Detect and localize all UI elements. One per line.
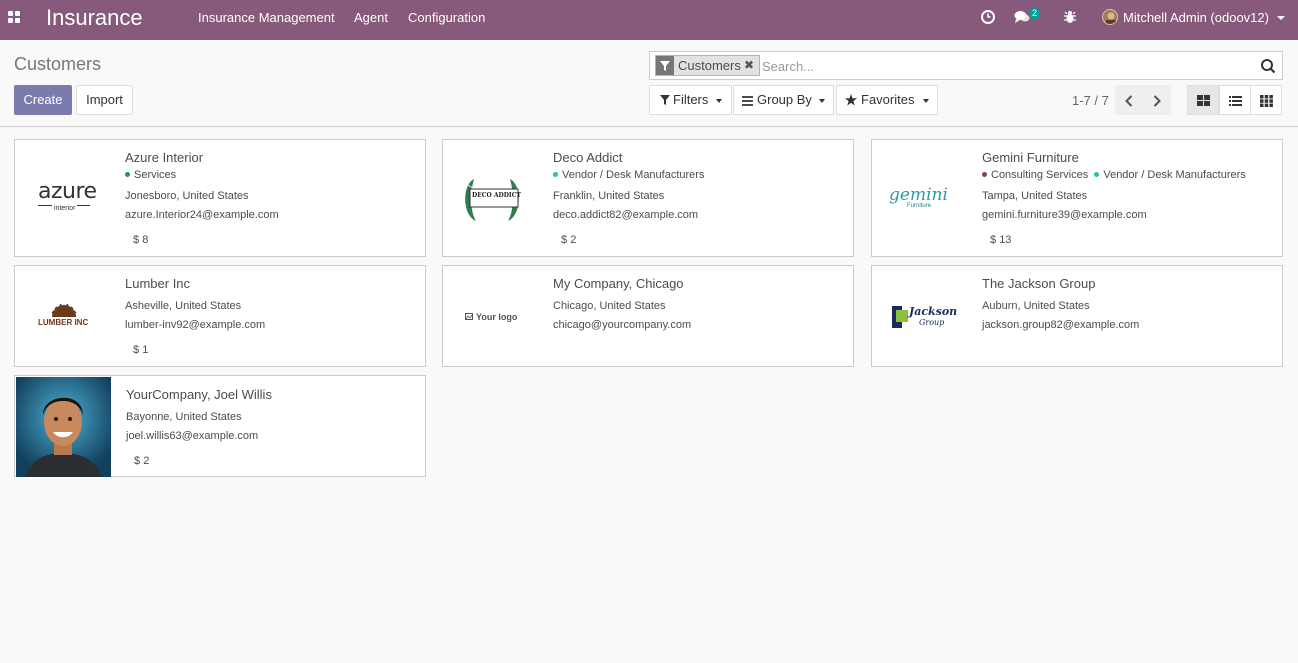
card-location: Auburn, United States xyxy=(982,300,1090,312)
apps-menu-icon[interactable] xyxy=(8,11,22,25)
user-menu[interactable]: Mitchell Admin (odoov12) xyxy=(1123,10,1269,26)
menu-insurance-management[interactable]: Insurance Management xyxy=(198,10,335,26)
card-title: Gemini Furniture xyxy=(982,150,1079,165)
card-sales-count: $ 1 xyxy=(133,344,149,356)
group-by-dropdown[interactable]: Group By xyxy=(733,85,834,115)
dollar-icon: $ xyxy=(990,234,997,246)
card-title: The Jackson Group xyxy=(982,276,1096,291)
activity-clock-icon[interactable] xyxy=(980,9,996,25)
favorites-label: Favorites xyxy=(861,92,915,107)
filters-caret-icon xyxy=(716,99,722,103)
card-location: Jonesboro, United States xyxy=(125,190,249,202)
card-sales-count: $ 8 xyxy=(133,234,149,246)
card-sales-count: $ 2 xyxy=(561,234,577,246)
kanban-card[interactable]: azure interior Azure Interior Services J… xyxy=(14,139,426,257)
card-tags: Consulting Services Vendor / Desk Manufa… xyxy=(982,168,1246,182)
kanban-card[interactable]: YourCompany, Joel Willis Bayonne, United… xyxy=(14,375,426,477)
kanban-view-icon xyxy=(1197,95,1210,106)
menu-configuration[interactable]: Configuration xyxy=(408,10,485,26)
facet-remove-icon[interactable]: ✖ xyxy=(744,58,754,73)
create-button[interactable]: Create xyxy=(14,85,72,115)
star-icon xyxy=(845,94,857,106)
dollar-icon: $ xyxy=(133,234,140,246)
card-location: Asheville, United States xyxy=(125,300,242,312)
filters-label: Filters xyxy=(673,92,709,107)
favorites-dropdown[interactable]: Favorites xyxy=(836,85,938,115)
filters-dropdown[interactable]: Filters xyxy=(649,85,732,115)
group-by-label: Group By xyxy=(757,92,812,107)
list-view-button[interactable] xyxy=(1219,85,1251,115)
dollar-icon: $ xyxy=(561,234,568,246)
control-panel: Customers Create Import Customers ✖ Filt… xyxy=(0,40,1298,127)
grid-view-icon xyxy=(1260,95,1273,107)
chevron-left-icon xyxy=(1125,95,1133,107)
kanban-card[interactable]: Your logo My Company, Chicago Chicago, U… xyxy=(442,265,854,367)
card-title: My Company, Chicago xyxy=(553,276,684,291)
card-title: YourCompany, Joel Willis xyxy=(126,387,272,402)
user-avatar[interactable] xyxy=(1102,9,1118,25)
kanban-card[interactable]: gemini Furniture Gemini Furniture Consul… xyxy=(871,139,1283,257)
list-view-icon xyxy=(1229,96,1242,106)
gemini-logo: gemini Furniture xyxy=(889,185,948,209)
card-email: deco.addict82@example.com xyxy=(553,209,699,221)
pager-previous-button[interactable] xyxy=(1115,85,1143,115)
group-by-caret-icon xyxy=(819,99,825,103)
dollar-icon: $ xyxy=(133,344,140,356)
import-button[interactable]: Import xyxy=(76,85,133,115)
dollar-icon: $ xyxy=(134,455,141,467)
search-box: Customers ✖ xyxy=(649,51,1283,80)
search-facet: Customers ✖ xyxy=(655,55,760,76)
card-email: jackson.group82@example.com xyxy=(982,319,1140,331)
card-location: Tampa, United States xyxy=(982,190,1088,202)
messages-icon[interactable] xyxy=(1014,9,1030,25)
card-location: Franklin, United States xyxy=(553,190,665,202)
card-email: joel.willis63@example.com xyxy=(126,430,259,442)
card-title: Lumber Inc xyxy=(125,276,191,291)
app-brand: Insurance xyxy=(46,5,143,30)
pager-next-button[interactable] xyxy=(1143,85,1171,115)
pager-value[interactable]: 1-7 / 7 xyxy=(1072,94,1109,108)
card-location: Bayonne, United States xyxy=(126,411,242,423)
bars-icon xyxy=(742,96,753,106)
card-tags: Services xyxy=(125,168,176,182)
kanban-card[interactable]: LUMBER INC Lumber Inc Asheville, United … xyxy=(14,265,426,367)
user-caret-icon[interactable] xyxy=(1277,16,1285,20)
azure-logo: azure interior xyxy=(38,179,97,213)
messages-badge: 2 xyxy=(1029,8,1041,19)
card-sales-count: $ 2 xyxy=(134,455,150,467)
deco-addict-logo: DECO ADDICT xyxy=(444,141,539,241)
card-email: gemini.furniture39@example.com xyxy=(982,209,1147,221)
grid-view-button[interactable] xyxy=(1250,85,1282,115)
card-tags: Vendor / Desk Manufacturers xyxy=(553,168,704,182)
menu-agent[interactable]: Agent xyxy=(354,10,388,26)
card-title: Deco Addict xyxy=(553,150,623,165)
favorites-caret-icon xyxy=(923,99,929,103)
funnel-icon xyxy=(660,95,670,105)
kanban-view-button[interactable] xyxy=(1187,85,1219,115)
search-input[interactable] xyxy=(762,57,1242,75)
top-navbar: Insurance Insurance Management Agent Con… xyxy=(0,0,1298,40)
card-sales-count: $ 13 xyxy=(990,234,1012,246)
card-email: lumber-inv92@example.com xyxy=(125,319,266,331)
filter-icon xyxy=(656,56,674,75)
facet-label: Customers xyxy=(678,58,741,73)
jackson-logo: Jackson Group xyxy=(873,267,968,367)
card-email: azure.Interior24@example.com xyxy=(125,209,279,221)
card-location: Chicago, United States xyxy=(553,300,666,312)
your-logo: Your logo xyxy=(444,267,539,367)
joel-photo xyxy=(16,377,111,477)
card-email: chicago@yourcompany.com xyxy=(553,319,692,331)
debug-bug-icon[interactable] xyxy=(1062,9,1078,25)
kanban-card[interactable]: Jackson Group The Jackson Group Auburn, … xyxy=(871,265,1283,367)
page-title: Customers xyxy=(14,54,102,74)
search-icon[interactable] xyxy=(1260,58,1276,74)
card-title: Azure Interior xyxy=(125,150,204,165)
lumber-logo: LUMBER INC xyxy=(16,267,111,367)
chevron-right-icon xyxy=(1153,95,1161,107)
kanban-card[interactable]: DECO ADDICT Deco Addict Vendor / Desk Ma… xyxy=(442,139,854,257)
